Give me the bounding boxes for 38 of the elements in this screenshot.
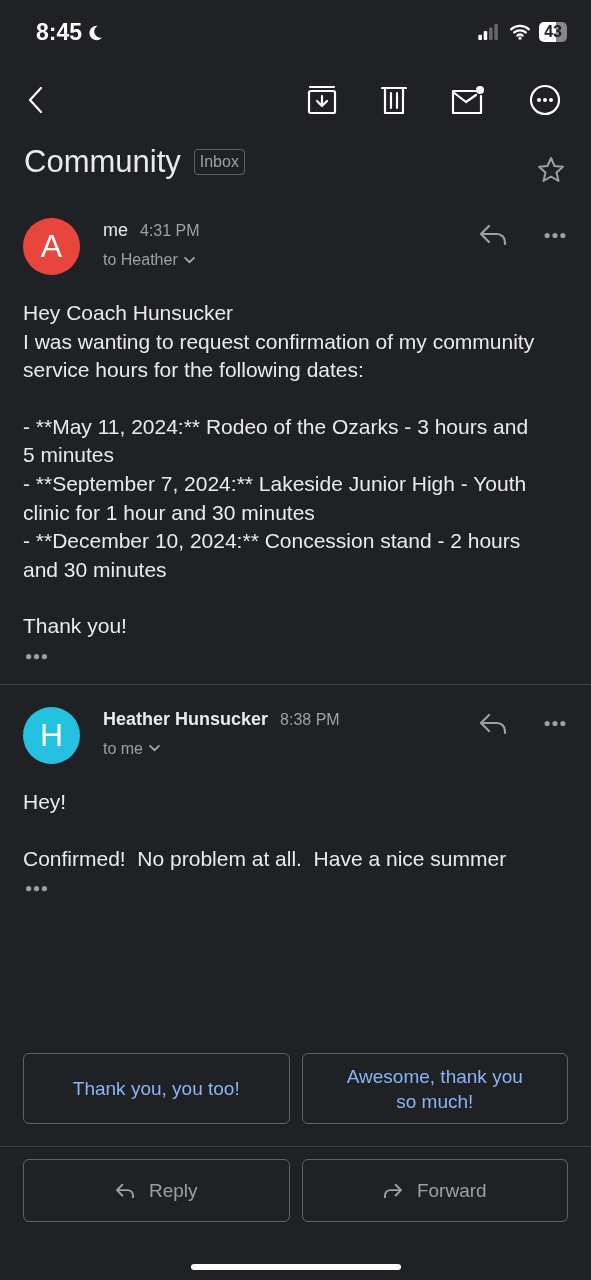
status-time: 8:45	[36, 19, 83, 46]
recipient-toggle[interactable]: to Heather	[103, 251, 195, 269]
message-time: 8:38 PM	[280, 710, 340, 729]
trash-icon[interactable]	[381, 85, 407, 115]
unread-mail-icon[interactable]	[451, 85, 485, 115]
sender-avatar: H	[23, 706, 80, 764]
recipient-toggle[interactable]: to me	[103, 739, 160, 758]
chevron-down-icon	[149, 745, 160, 753]
reply-button[interactable]: Reply	[23, 1159, 290, 1222]
email-subject: Community	[24, 144, 181, 180]
reply-icon[interactable]	[479, 712, 507, 735]
forward-icon	[382, 1182, 403, 1199]
chevron-down-icon	[183, 256, 195, 264]
message-paragraph: - **May 11, 2024:** Rodeo of the Ozarks - 3 hours and 5 minutes - **September 7, 2024:** Lakeside Junior High - Youth clinic for 1 hour and 30 minutes - **December 10, 2024:** Concession stand - 2 hours and 30 minutes	[23, 413, 530, 583]
back-icon[interactable]	[28, 86, 44, 114]
more-icon[interactable]	[543, 231, 567, 239]
smart-reply-button[interactable]: Thank you, you too!	[23, 1053, 290, 1124]
more-icon[interactable]	[543, 720, 567, 728]
message-paragraph: Confirmed! No problem at all. Have a nice summer	[23, 845, 508, 872]
message-time: 4:31 PM	[140, 222, 200, 240]
reply-icon[interactable]	[479, 224, 507, 246]
more-options-icon[interactable]	[529, 84, 561, 116]
sender-name: Heather Hunsucker	[103, 708, 269, 730]
reply-icon	[114, 1182, 135, 1199]
message-paragraph: Thank you!	[23, 613, 128, 640]
expand-quoted-icon[interactable]	[24, 652, 49, 660]
inbox-label[interactable]: Inbox	[193, 149, 245, 175]
sender-name: me	[103, 220, 128, 241]
smart-reply-button[interactable]: Awesome, thank you so much!	[301, 1053, 568, 1124]
message-paragraph: Hey Coach Hunsucker I was wanting to request confirmation of my community service hours for the following dates:	[23, 300, 536, 384]
star-icon[interactable]	[537, 156, 565, 184]
battery-indicator: 43	[539, 22, 567, 42]
forward-button[interactable]: Forward	[301, 1159, 568, 1222]
wifi-icon	[509, 24, 532, 40]
expand-quoted-icon[interactable]	[24, 885, 49, 893]
sender-avatar: A	[23, 218, 80, 275]
archive-icon[interactable]	[307, 85, 337, 115]
message-paragraph: Hey!	[23, 788, 68, 815]
